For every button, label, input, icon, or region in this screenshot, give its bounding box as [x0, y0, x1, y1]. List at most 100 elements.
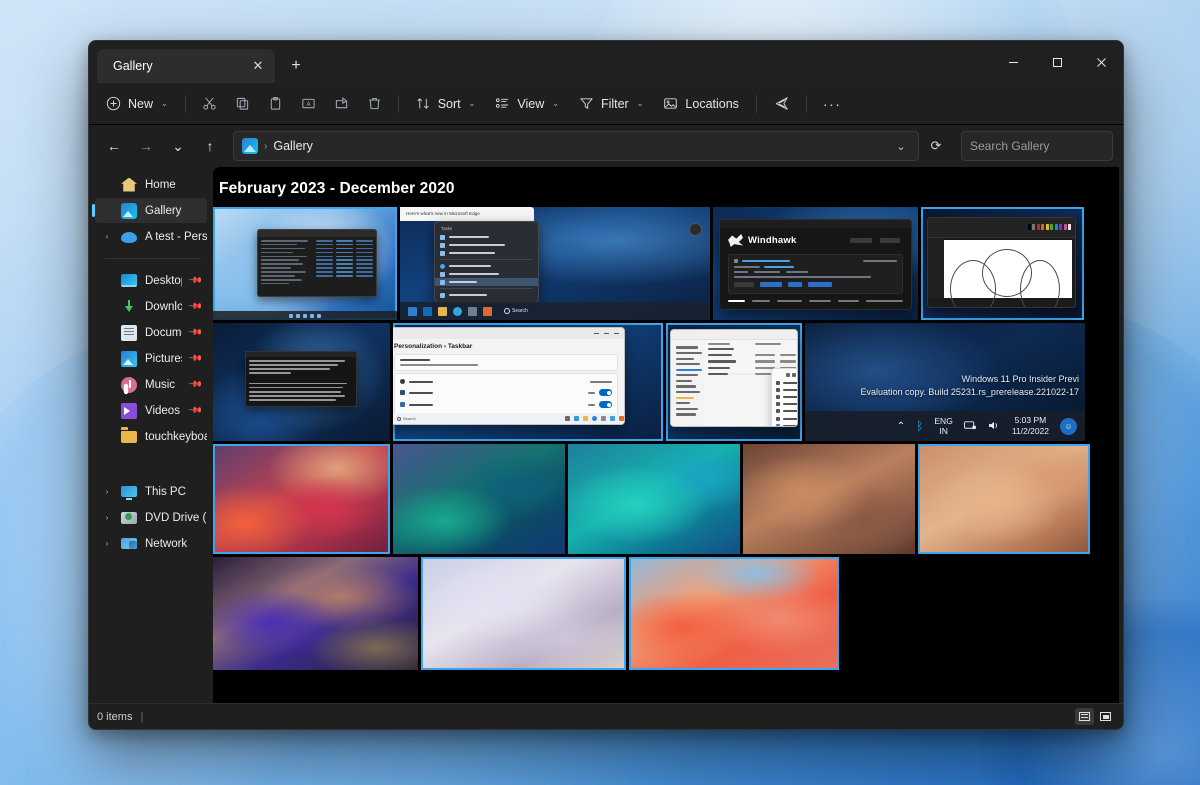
- context-menu[interactable]: [771, 368, 798, 427]
- language-indicator[interactable]: ENG IN: [934, 416, 952, 436]
- toggle-switch[interactable]: [599, 401, 612, 408]
- locations-button[interactable]: Locations: [654, 89, 748, 119]
- jumplist-item[interactable]: [435, 291, 538, 299]
- sidebar-item-desktop[interactable]: Desktop 📌: [95, 268, 207, 293]
- thumb-insider-desktop[interactable]: Windows 11 Pro Insider Previ Evaluation …: [805, 323, 1085, 441]
- refresh-button[interactable]: ⟳: [921, 131, 951, 161]
- thumb-wallpaper-red[interactable]: [213, 444, 390, 554]
- sidebar-item-videos[interactable]: Videos 📌: [95, 398, 207, 423]
- sidebar-item-pictures[interactable]: Pictures 📌: [95, 346, 207, 371]
- jumplist-item[interactable]: [435, 241, 538, 249]
- pin-icon[interactable]: 📌: [188, 351, 204, 367]
- sidebar-item-documents[interactable]: Documents 📌: [95, 320, 207, 345]
- more-options-button[interactable]: ···: [815, 89, 850, 119]
- sidebar-item-onedrive[interactable]: › A test - Personal: [95, 224, 207, 249]
- jumplist-item[interactable]: [435, 233, 538, 241]
- jumplist-item[interactable]: [435, 249, 538, 257]
- context-menu-item[interactable]: [772, 415, 798, 422]
- sidebar-item-dvd-drive[interactable]: › DVD Drive (D:) CCC: [95, 505, 207, 530]
- paint-canvas[interactable]: [944, 240, 1072, 298]
- notification-badge[interactable]: ☺: [1060, 418, 1077, 435]
- clock[interactable]: 5:03 PM 11/2/2022: [1012, 415, 1049, 437]
- explorer-nav-pane[interactable]: [671, 340, 705, 426]
- delete-button[interactable]: [359, 89, 390, 119]
- thumb-paint-ellipses[interactable]: [921, 207, 1084, 320]
- breadcrumb[interactable]: Gallery: [273, 139, 313, 153]
- sidebar-item-this-pc[interactable]: › This PC: [95, 479, 207, 504]
- toggle-switch[interactable]: [599, 389, 612, 396]
- search-box[interactable]: [961, 131, 1113, 161]
- address-bar[interactable]: › Gallery ⌄: [233, 131, 919, 161]
- minimize-icon[interactable]: [991, 41, 1035, 83]
- sidebar-item-home[interactable]: Home: [95, 172, 207, 197]
- pin-icon[interactable]: 📌: [188, 325, 204, 341]
- explorer-file-list[interactable]: [705, 340, 798, 426]
- jumplist-item[interactable]: [435, 262, 538, 270]
- jumplist-item[interactable]: [435, 270, 538, 278]
- view-toggle-group[interactable]: [1075, 708, 1115, 725]
- rename-button[interactable]: A: [293, 89, 324, 119]
- close-tab-icon[interactable]: ✕: [247, 55, 269, 77]
- thumb-wallpaper-purple[interactable]: [213, 557, 418, 670]
- thumb-windhawk[interactable]: Windhawk: [713, 207, 918, 320]
- context-menu-item[interactable]: [772, 401, 798, 408]
- thumb-terminal-bloom[interactable]: [213, 323, 390, 441]
- insider-taskbar[interactable]: ⌃ ᛒ ENG IN: [805, 411, 1085, 441]
- thumb-explorer-contextmenu[interactable]: [666, 323, 802, 441]
- thumb-wallpaper-coral[interactable]: [629, 557, 839, 670]
- new-button[interactable]: New ⌄: [97, 89, 177, 119]
- address-dropdown-icon[interactable]: ⌄: [888, 133, 914, 159]
- show-hidden-icons-icon[interactable]: ⌃: [897, 421, 905, 432]
- jumplist-menu[interactable]: Tasks: [434, 221, 539, 303]
- recent-locations-button[interactable]: ⌄: [163, 131, 193, 161]
- thumb-wallpaper-sand[interactable]: [918, 444, 1090, 554]
- thumb-settings-taskbar[interactable]: Personalization › Taskbar: [393, 323, 663, 441]
- navigation-pane[interactable]: Home Gallery › A test - Personal Desktop…: [89, 167, 213, 703]
- sidebar-item-music[interactable]: Music 📌: [95, 372, 207, 397]
- new-tab-icon[interactable]: +: [281, 51, 311, 81]
- sidebar-item-touchkeyboard[interactable]: touchkeyboard: [95, 424, 207, 449]
- thumb-wallpaper-copper[interactable]: [743, 444, 915, 554]
- back-button[interactable]: ←: [99, 131, 129, 161]
- chevron-right-icon[interactable]: ›: [101, 487, 113, 496]
- view-button[interactable]: View ⌄: [486, 89, 568, 119]
- chevron-right-icon[interactable]: ›: [101, 539, 113, 548]
- color-swatches[interactable]: [1028, 224, 1072, 230]
- context-menu-item[interactable]: [772, 393, 798, 400]
- network-icon[interactable]: [964, 420, 977, 433]
- context-menu-item[interactable]: [772, 422, 798, 427]
- context-menu-item[interactable]: [772, 379, 798, 386]
- bluetooth-icon[interactable]: ᛒ: [916, 419, 923, 433]
- pin-icon[interactable]: 📌: [188, 403, 204, 419]
- context-menu-item[interactable]: [772, 408, 798, 415]
- pin-icon[interactable]: 📌: [188, 273, 204, 289]
- pin-icon[interactable]: 📌: [188, 299, 204, 315]
- windhawk-tabs[interactable]: [720, 297, 911, 305]
- up-button[interactable]: ↑: [195, 131, 225, 161]
- thumb-edge-jumplist[interactable]: Here's what's new in Microsoft Edge Task…: [400, 207, 710, 320]
- sidebar-item-downloads[interactable]: Downloads 📌: [95, 294, 207, 319]
- settings-row[interactable]: [399, 399, 613, 411]
- sort-button[interactable]: Sort ⌄: [407, 89, 485, 119]
- filter-button[interactable]: Filter ⌄: [570, 89, 652, 119]
- details-view-button[interactable]: [1075, 708, 1094, 725]
- close-window-icon[interactable]: [1079, 41, 1123, 83]
- swipe-button[interactable]: [765, 89, 798, 119]
- cut-button[interactable]: [194, 89, 225, 119]
- settings-row[interactable]: [399, 387, 613, 399]
- large-icons-view-button[interactable]: [1096, 708, 1115, 725]
- chevron-right-icon[interactable]: ›: [101, 513, 113, 522]
- forward-button[interactable]: →: [131, 131, 161, 161]
- maximize-icon[interactable]: [1035, 41, 1079, 83]
- search-input[interactable]: [970, 139, 1124, 153]
- pin-icon[interactable]: 📌: [188, 377, 204, 393]
- sidebar-item-gallery[interactable]: Gallery: [95, 198, 207, 223]
- chevron-right-icon[interactable]: ›: [101, 232, 113, 241]
- gallery-content-pane[interactable]: February 2023 - December 2020: [213, 167, 1119, 703]
- tab-gallery[interactable]: Gallery ✕: [97, 49, 275, 83]
- sidebar-item-network[interactable]: › Network: [95, 531, 207, 556]
- thumb-desktop-dark-app[interactable]: [213, 207, 397, 320]
- settings-row[interactable]: [399, 377, 613, 387]
- copy-button[interactable]: [227, 89, 258, 119]
- thumb-wallpaper-cyan[interactable]: [568, 444, 740, 554]
